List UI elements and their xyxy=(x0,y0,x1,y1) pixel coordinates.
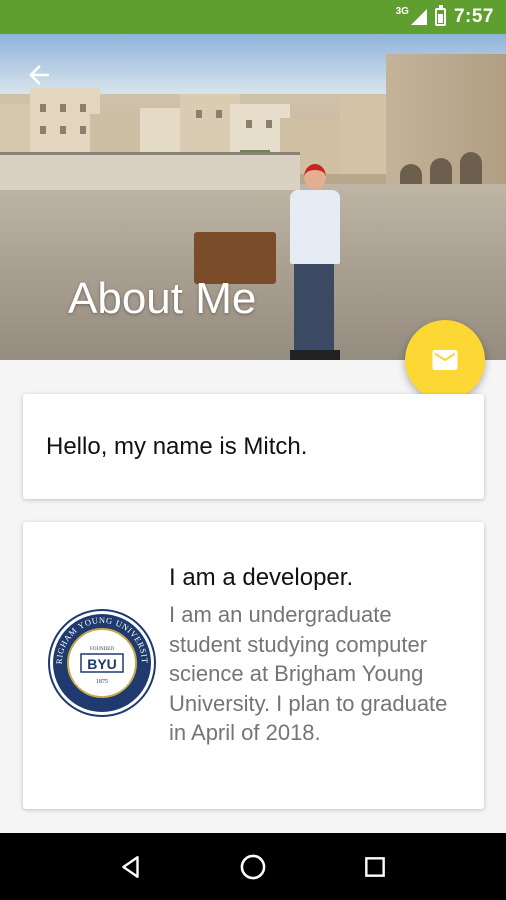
intro-card: Hello, my name is Mitch. xyxy=(23,394,484,499)
clock: 7:57 xyxy=(453,6,494,27)
intro-text: Hello, my name is Mitch. xyxy=(46,432,308,460)
nav-back-button[interactable] xyxy=(114,850,148,884)
developer-heading: I am a developer. xyxy=(169,564,354,591)
signal-icon xyxy=(410,9,427,25)
seal-center: BYU xyxy=(87,656,117,672)
status-bar: 3G 7:57 xyxy=(0,0,506,34)
seal-year: 1875 xyxy=(96,679,108,685)
nav-recents-button[interactable] xyxy=(358,850,392,884)
developer-card: BRIGHAM YOUNG UNIVERSITY PROVO, UTAH FOU… xyxy=(23,522,484,809)
page-title: About Me xyxy=(68,274,257,323)
developer-body-text: I am an undergraduate student studying c… xyxy=(169,602,448,745)
hero-fence xyxy=(0,152,300,190)
back-triangle-icon xyxy=(122,855,139,878)
battery-icon xyxy=(434,5,446,26)
email-fab-button[interactable] xyxy=(405,320,485,400)
network-type: 3G xyxy=(395,5,409,17)
home-circle-icon xyxy=(240,854,266,879)
system-nav-bar xyxy=(0,833,506,900)
hero-person xyxy=(286,164,344,360)
seal-founded: FOUNDED xyxy=(90,647,114,652)
nav-home-button[interactable] xyxy=(236,850,270,884)
header-image: About Me xyxy=(0,34,506,360)
back-arrow-icon[interactable] xyxy=(24,60,54,90)
byu-seal-logo: BRIGHAM YOUNG UNIVERSITY PROVO, UTAH FOU… xyxy=(47,608,156,717)
recents-square-icon xyxy=(365,856,385,877)
email-icon xyxy=(432,350,458,370)
